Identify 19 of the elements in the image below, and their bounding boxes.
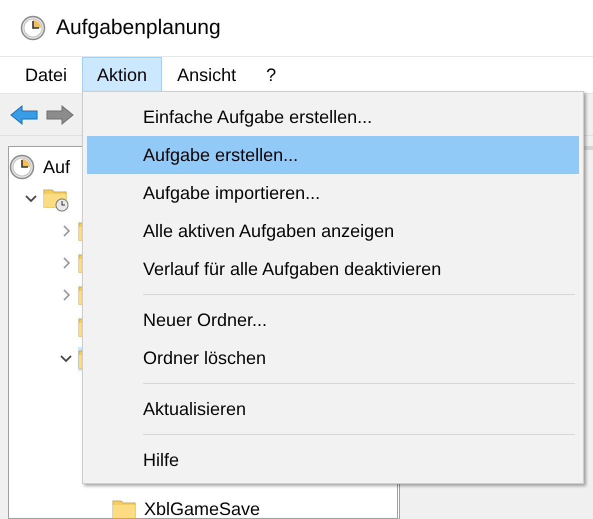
- menu-item[interactable]: Einfache Aufgabe erstellen...: [87, 98, 579, 136]
- forward-arrow-icon[interactable]: [46, 102, 74, 126]
- menu-item[interactable]: Alle aktiven Aufgaben anzeigen: [87, 212, 579, 250]
- tree-item-label[interactable]: XblGameSave: [144, 496, 260, 519]
- menu-bar-item[interactable]: Aktion: [82, 57, 162, 93]
- tree-item-label[interactable]: Auf: [43, 154, 70, 180]
- menu-bar-item[interactable]: Ansicht: [162, 57, 252, 93]
- menu-item[interactable]: Neuer Ordner...: [87, 301, 579, 339]
- back-arrow-icon[interactable]: [10, 102, 38, 126]
- clock-icon: [20, 15, 46, 41]
- menu-bar-item[interactable]: Datei: [10, 57, 82, 93]
- menu-item[interactable]: Aufgabe importieren...: [87, 174, 579, 212]
- menu-item[interactable]: Ordner löschen: [87, 339, 579, 377]
- menu-item[interactable]: Aufgabe erstellen...: [87, 136, 579, 174]
- menu-bar-item[interactable]: ?: [251, 57, 292, 93]
- menu-item[interactable]: Aktualisieren: [87, 390, 579, 428]
- window-title: Aufgabenplanung: [56, 15, 221, 42]
- menu-item[interactable]: Hilfe: [87, 441, 579, 479]
- menu-item[interactable]: Verlauf für alle Aufgaben deaktivieren: [87, 250, 579, 288]
